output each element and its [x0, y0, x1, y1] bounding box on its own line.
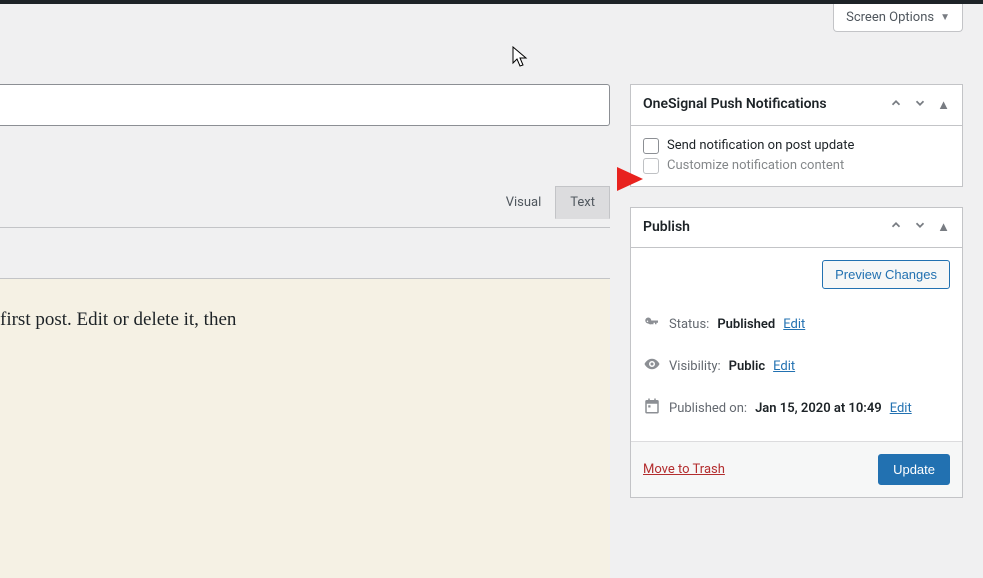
- toggle-icon[interactable]: ▲: [937, 219, 950, 235]
- metabox-controls: ▲: [889, 96, 950, 114]
- publish-title: Publish: [643, 218, 690, 238]
- onesignal-send-checkbox[interactable]: [643, 138, 659, 154]
- publish-actions: Move to Trash Update: [631, 441, 962, 497]
- published-on-row: Published on: Jan 15, 2020 at 10:49 Edit: [643, 387, 950, 429]
- tab-visual[interactable]: Visual: [491, 186, 556, 219]
- key-icon: [643, 313, 661, 335]
- onesignal-title: OneSignal Push Notifications: [643, 95, 827, 115]
- published-on-label: Published on:: [669, 401, 747, 416]
- eye-icon: [643, 355, 661, 377]
- mouse-cursor-icon: [512, 46, 530, 68]
- onesignal-header[interactable]: OneSignal Push Notifications ▲: [631, 85, 962, 126]
- edit-status-button[interactable]: Edit: [783, 317, 805, 332]
- onesignal-customize-option[interactable]: Customize notification content: [643, 156, 950, 176]
- move-down-icon[interactable]: [913, 218, 927, 236]
- status-value: Published: [717, 317, 775, 332]
- edit-visibility-button[interactable]: Edit: [773, 359, 795, 374]
- publish-body: Preview Changes Status: Published Edit V…: [631, 248, 962, 441]
- move-up-icon[interactable]: [889, 96, 903, 114]
- metabox-controls: ▲: [889, 218, 950, 236]
- editor-mode-tabs: Visual Text: [0, 186, 610, 219]
- status-label: Status:: [669, 317, 709, 332]
- move-up-icon[interactable]: [889, 218, 903, 236]
- editor-toolbar: [0, 228, 610, 278]
- editor-layout: Visual Text first post. Edit or delete i…: [0, 84, 983, 578]
- update-button[interactable]: Update: [878, 454, 950, 485]
- onesignal-send-label: Send notification on post update: [667, 138, 854, 153]
- calendar-icon: [643, 397, 661, 419]
- onesignal-customize-checkbox[interactable]: [643, 158, 659, 174]
- post-content-editor[interactable]: first post. Edit or delete it, then: [0, 278, 610, 578]
- toggle-icon[interactable]: ▲: [937, 97, 950, 113]
- onesignal-send-option[interactable]: Send notification on post update: [643, 136, 950, 156]
- post-content-text: first post. Edit or delete it, then: [0, 309, 236, 330]
- edit-date-button[interactable]: Edit: [890, 401, 912, 416]
- sidebar-column: OneSignal Push Notifications ▲ Send noti…: [630, 84, 963, 578]
- visibility-value: Public: [729, 359, 765, 374]
- screen-options-toggle[interactable]: Screen Options ▼: [833, 4, 963, 32]
- publish-header[interactable]: Publish ▲: [631, 208, 962, 249]
- visibility-row: Visibility: Public Edit: [643, 345, 950, 387]
- preview-row: Preview Changes: [643, 260, 950, 289]
- tab-text[interactable]: Text: [555, 186, 610, 219]
- post-title-input[interactable]: [0, 84, 610, 126]
- status-row: Status: Published Edit: [643, 303, 950, 345]
- content-column: Visual Text first post. Edit or delete i…: [0, 84, 610, 578]
- published-on-value: Jan 15, 2020 at 10:49: [755, 401, 882, 416]
- move-to-trash-button[interactable]: Move to Trash: [643, 462, 725, 477]
- chevron-down-icon: ▼: [940, 12, 950, 23]
- publish-metabox: Publish ▲ Preview Changes: [630, 207, 963, 499]
- move-down-icon[interactable]: [913, 96, 927, 114]
- onesignal-customize-label: Customize notification content: [667, 158, 844, 173]
- onesignal-body: Send notification on post update Customi…: [631, 126, 962, 186]
- preview-changes-button[interactable]: Preview Changes: [822, 260, 950, 289]
- onesignal-metabox: OneSignal Push Notifications ▲ Send noti…: [630, 84, 963, 187]
- visibility-label: Visibility:: [669, 359, 721, 374]
- screen-options-label: Screen Options: [846, 10, 934, 25]
